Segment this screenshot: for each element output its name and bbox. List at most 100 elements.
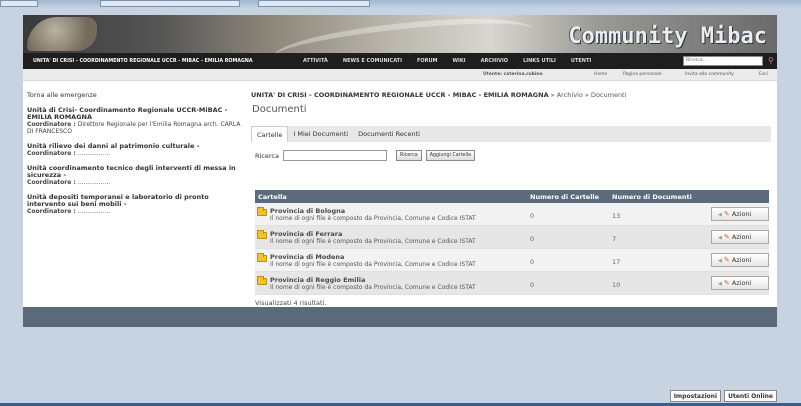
sidebar-unit: Unità di Crisi- Coordinamento Regionale … — [27, 107, 247, 136]
document-count: 17 — [612, 258, 621, 266]
actions-label: Azioni — [731, 210, 752, 218]
nav-utenti[interactable]: UTENTI — [571, 58, 591, 64]
nav-wiki[interactable]: WIKI — [453, 58, 466, 64]
coordinator-label: Coordinatore : — [27, 179, 76, 186]
unit-title[interactable]: Unità depositi temporanei e laboratorio … — [27, 194, 247, 208]
personal-page-link[interactable]: Pagina personale — [623, 72, 662, 77]
online-users-button[interactable]: Utenti Online — [724, 390, 777, 402]
nav-forum[interactable]: FORUM — [417, 58, 438, 64]
unit-title[interactable]: Unità rilievo dei danni al patrimonio cu… — [27, 143, 247, 150]
actions-button[interactable]: ◀ ✎ Azioni — [711, 276, 769, 290]
nav-archivio[interactable]: ARCHIVIO — [481, 58, 508, 64]
pencil-icon: ✎ — [723, 233, 730, 241]
brand-logo[interactable]: Community Mibac — [568, 24, 767, 49]
nav-attivita[interactable]: ATTIVITÀ — [303, 58, 328, 64]
tab-documenti-recenti[interactable]: Documenti Recenti — [353, 126, 425, 142]
folders-table: Cartella Numero di Cartelle Numero di Do… — [255, 190, 769, 295]
current-user: Utente: caterina.rubino — [483, 72, 543, 77]
sidebar-unit: Unità rilievo dei danni al patrimonio cu… — [27, 143, 247, 158]
invite-link[interactable]: Invita alla community — [685, 72, 734, 77]
dropdown-arrow-icon: ◀ — [718, 281, 722, 287]
back-to-emergencies-link[interactable]: Torna alle emergenze — [27, 91, 247, 99]
pencil-icon: ✎ — [723, 279, 730, 287]
page-title: Documenti — [252, 104, 307, 115]
settings-button[interactable]: Impostazioni — [669, 390, 722, 402]
banner-statue-image — [27, 17, 97, 51]
folder-description: Il nome di ogni file è composto da Provi… — [270, 215, 476, 222]
folder-icon — [257, 276, 267, 285]
sidebar-unit: Unità depositi temporanei e laboratorio … — [27, 194, 247, 216]
dropdown-arrow-icon: ◀ — [718, 235, 722, 241]
folder-icon — [257, 230, 267, 239]
status-buttons: Impostazioni Utenti Online — [669, 390, 777, 402]
actions-button[interactable]: ◀ ✎ Azioni — [711, 230, 769, 244]
main-navbar: UNITA' DI CRISI - COORDINAMENTO REGIONAL… — [23, 53, 777, 69]
logout-link[interactable]: Esci — [759, 72, 768, 77]
home-link[interactable]: Home — [594, 72, 607, 77]
folder-icon — [257, 207, 267, 216]
page-footer — [23, 307, 777, 327]
col-header-doc-count[interactable]: Numero di Documenti — [612, 193, 692, 201]
coordinator-label: Coordinatore : — [27, 150, 76, 157]
folder-description: Il nome di ogni file è composto da Provi… — [270, 284, 476, 291]
col-header-folder-count[interactable]: Numero di Cartelle — [530, 193, 599, 201]
actions-label: Azioni — [731, 256, 752, 264]
folder-count: 0 — [530, 212, 535, 220]
folder-name-link[interactable]: Provincia di Ferrara — [270, 230, 342, 238]
tab-miei-documenti[interactable]: I Miei Documenti — [288, 126, 353, 142]
browser-tab[interactable] — [258, 0, 370, 7]
document-count: 10 — [612, 281, 621, 289]
col-header-folder[interactable]: Cartella — [258, 193, 287, 201]
folder-name-link[interactable]: Provincia di Reggio Emilia — [270, 276, 365, 284]
table-row: Provincia di Reggio Emilia Il nome di og… — [255, 272, 769, 295]
banner-decoration — [271, 15, 535, 53]
document-tabs: Cartelle I Miei Documenti Documenti Rece… — [251, 126, 771, 142]
coordinator-label: Coordinatore : — [27, 208, 76, 215]
tab-cartelle[interactable]: Cartelle — [251, 126, 289, 142]
dropdown-arrow-icon: ◀ — [718, 212, 722, 218]
folder-name-link[interactable]: Provincia di Modena — [270, 253, 344, 261]
folder-icon — [257, 253, 267, 262]
coordinator-value: ................. — [77, 179, 111, 186]
document-search-input[interactable] — [282, 150, 387, 161]
table-row: Provincia di Ferrara Il nome di ogni fil… — [255, 226, 769, 249]
search-button[interactable]: Ricerca — [395, 150, 422, 161]
folder-description: Il nome di ogni file è composto da Provi… — [270, 261, 476, 268]
folder-count: 0 — [530, 235, 535, 243]
folder-count: 0 — [530, 258, 535, 266]
table-row: Provincia di Modena Il nome di ogni file… — [255, 249, 769, 272]
browser-tab-strip — [0, 0, 801, 8]
add-folder-button[interactable]: Aggiungi Cartella — [425, 150, 476, 161]
site-search-input[interactable]: Ricerca... — [683, 56, 763, 66]
document-search-row: Ricerca Ricerca Aggiungi Cartella — [255, 150, 479, 161]
web-page: Community Mibac UNITA' DI CRISI - COORDI… — [23, 15, 777, 327]
table-header: Cartella Numero di Cartelle Numero di Do… — [255, 190, 769, 203]
pencil-icon: ✎ — [723, 256, 730, 264]
actions-button[interactable]: ◀ ✎ Azioni — [711, 207, 769, 221]
unit-title[interactable]: Unità coordinamento tecnico degli interv… — [27, 165, 247, 179]
nav-links-utili[interactable]: LINKS UTILI — [523, 58, 556, 64]
coordinator-value: ................. — [77, 150, 111, 157]
sidebar: Torna alle emergenze Unità di Crisi- Coo… — [27, 91, 247, 223]
browser-tab[interactable] — [100, 0, 240, 7]
pencil-icon: ✎ — [723, 210, 730, 218]
document-count: 7 — [612, 235, 617, 243]
folder-description: Il nome di ogni file è composto da Provi… — [270, 238, 476, 245]
browser-tab[interactable] — [0, 0, 38, 7]
table-row: Provincia di Bologna Il nome di ogni fil… — [255, 203, 769, 226]
coordinator-label: Coordinatore : — [27, 121, 76, 128]
breadcrumb-root-link[interactable]: UNITA' DI CRISI - COORDINAMENTO REGIONAL… — [251, 91, 549, 99]
nav-news[interactable]: NEWS E COMUNICATI — [343, 58, 402, 64]
user-bar: Utente: caterina.rubino Home Pagina pers… — [23, 69, 777, 81]
actions-label: Azioni — [731, 279, 752, 287]
folder-name-link[interactable]: Provincia di Bologna — [270, 207, 345, 215]
main-content: UNITA' DI CRISI - COORDINAMENTO REGIONAL… — [251, 91, 777, 307]
unit-title[interactable]: Unità di Crisi- Coordinamento Regionale … — [27, 107, 247, 121]
breadcrumb-path[interactable]: » Archivio » Documenti — [549, 91, 627, 99]
search-label: Ricerca — [255, 151, 279, 160]
breadcrumb: UNITA' DI CRISI - COORDINAMENTO REGIONAL… — [251, 91, 777, 99]
search-icon[interactable]: ⚲ — [768, 56, 777, 66]
site-title[interactable]: UNITA' DI CRISI - COORDINAMENTO REGIONAL… — [23, 59, 303, 64]
document-count: 13 — [612, 212, 621, 220]
actions-button[interactable]: ◀ ✎ Azioni — [711, 253, 769, 267]
